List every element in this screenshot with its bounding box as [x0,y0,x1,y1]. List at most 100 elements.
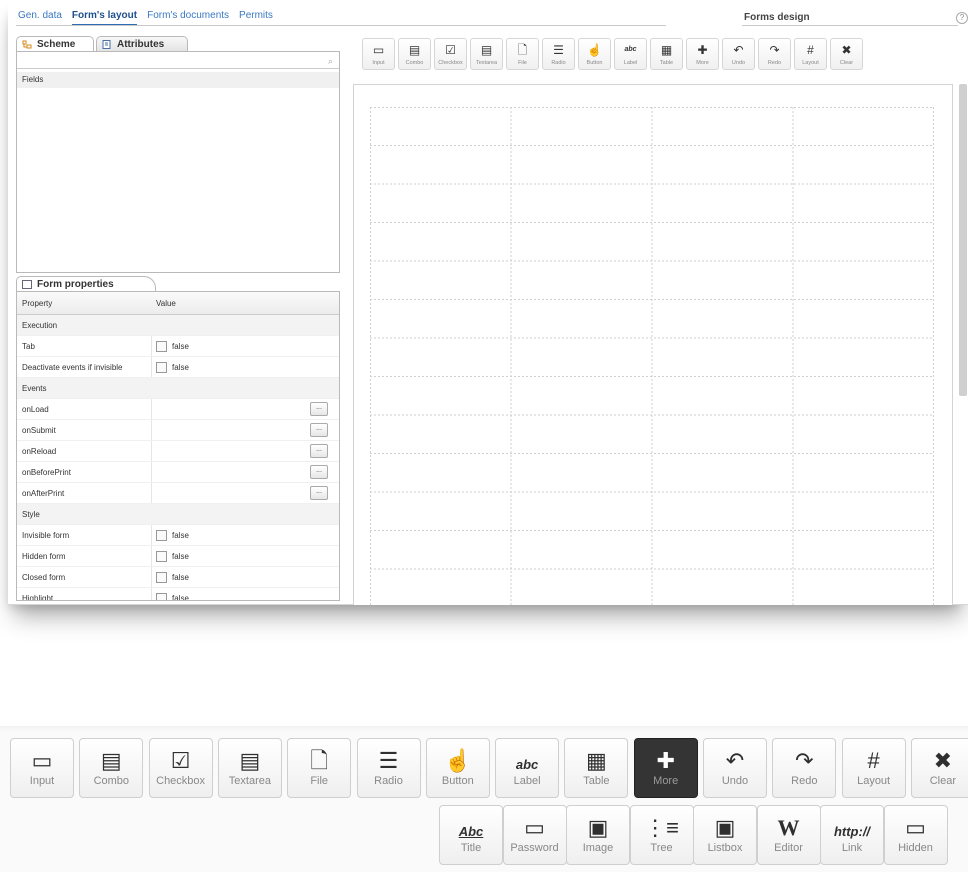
event-edit-button[interactable]: ... [310,402,328,416]
property-name: Invisible form [22,531,70,540]
plus-icon: ✚ [697,43,708,57]
input-button[interactable]: ▭ Input [362,38,395,70]
property-value-cell[interactable]: false [151,588,338,601]
tool-button-label: Link [841,842,863,854]
more-tool-button[interactable]: ✚ More [633,738,698,798]
toolbar-button-label: Button [586,60,603,66]
property-value-cell[interactable]: false [151,336,338,356]
property-checkbox[interactable] [156,593,167,600]
toolbar-button-label: Checkbox [438,60,463,66]
search-icon[interactable]: ⌕ [328,56,333,67]
property-checkbox[interactable] [156,572,167,583]
layout-button[interactable]: # Layout [794,38,827,70]
tool-button-label: Layout [857,775,891,787]
tool-button-label: Listbox [707,842,743,854]
property-value-cell[interactable]: false [151,525,338,545]
property-value-cell[interactable]: false [151,357,338,377]
property-row[interactable]: Highlight false [17,588,339,601]
hidden-tool-button[interactable]: ▭ Hidden [883,805,948,865]
clear-tool-button[interactable]: ✖ Clear [910,738,968,798]
more-button[interactable]: ✚ More [686,38,719,70]
event-edit-button[interactable]: ... [310,465,328,479]
property-value-cell[interactable]: ... [151,441,338,461]
property-name: Deactivate events if invisible [22,363,123,372]
layout-tool-button[interactable]: # Layout [841,738,906,798]
radio-button[interactable]: ☰ Radio [542,38,575,70]
nav-tab-permits[interactable]: Permits [239,10,273,26]
property-row[interactable]: onAfterPrint... [17,483,339,504]
tree-tool-button[interactable]: ⋮≡ Tree [629,805,694,865]
event-edit-button[interactable]: ... [310,444,328,458]
checkbox-tool-button[interactable]: ☑ Checkbox [148,738,213,798]
link-tool-button[interactable]: http:// Link [820,805,884,865]
tab-attributes[interactable]: Attributes [96,36,188,51]
label-button[interactable]: abc Label [614,38,647,70]
property-row[interactable]: Deactivate events if invisible false [17,357,339,378]
property-checkbox[interactable] [156,530,167,541]
nav-tab-form-s-documents[interactable]: Form's documents [147,10,229,26]
combo-tool-button[interactable]: ▤ Combo [79,738,144,798]
event-edit-button[interactable]: ... [310,423,328,437]
property-row[interactable]: onLoad... [17,399,339,420]
radio-tool-button[interactable]: ☰ Radio [356,738,421,798]
attributes-icon [102,40,111,49]
table-tool-button[interactable]: ▦ Table [564,738,629,798]
tab-form-properties[interactable]: Form properties [16,276,156,291]
toolbar-button-label: File [518,60,527,66]
listbox-tool-button[interactable]: ▣ Listbox [693,805,757,865]
clear-button[interactable]: ✖ Clear [830,38,863,70]
redo-button[interactable]: ↷ Redo [758,38,791,70]
textarea-tool-button[interactable]: ▤ Textarea [217,738,282,798]
label-icon: abc [624,46,637,53]
checkbox-button[interactable]: ☑ Checkbox [434,38,467,70]
design-canvas[interactable] [353,84,953,605]
file-button[interactable]: 🗋 File [506,38,539,70]
password-tool-button[interactable]: ▭ Password [502,805,567,865]
fields-search-input[interactable]: ⌕ [17,54,339,69]
label-tool-button[interactable]: abc Label [495,738,560,798]
property-value-cell[interactable]: ... [151,420,338,440]
input-tool-button[interactable]: ▭ Input [10,738,74,798]
title-tool-button[interactable]: Abc Title [439,805,503,865]
tab-scheme[interactable]: Scheme [16,36,94,51]
combo-button[interactable]: ▤ Combo [398,38,431,70]
checkbox-icon: ☑ [170,748,191,773]
undo-button[interactable]: ↶ Undo [722,38,755,70]
hidden-icon: ▭ [905,815,926,840]
property-row[interactable]: onSubmit... [17,420,339,441]
property-value: false [172,363,189,372]
property-row[interactable]: onBeforePrint... [17,462,339,483]
file-icon: 🗋 [310,748,329,773]
property-value-cell[interactable]: ... [151,462,338,482]
button-tool-button[interactable]: ☝ Button [425,738,490,798]
property-value: false [172,594,189,601]
table-button[interactable]: ▦ Table [650,38,683,70]
toolbar-button-label: Input [372,60,385,66]
nav-tab-form-s-layout[interactable]: Form's layout [71,10,138,26]
property-value-cell[interactable]: ... [151,483,338,503]
event-edit-button[interactable]: ... [310,486,328,500]
image-tool-button[interactable]: ▣ Image [566,805,630,865]
property-checkbox[interactable] [156,551,167,562]
toolbar-button-label: Redo [767,60,782,66]
property-row[interactable]: Invisible form false [17,525,339,546]
property-row[interactable]: onReload... [17,441,339,462]
property-row[interactable]: Tab false [17,336,339,357]
button-button[interactable]: ☝ Button [578,38,611,70]
textarea-button[interactable]: ▤ Textarea [470,38,503,70]
help-icon[interactable]: ? [956,12,968,24]
property-checkbox[interactable] [156,341,167,352]
undo-tool-button[interactable]: ↶ Undo [703,738,767,798]
file-tool-button[interactable]: 🗋 File [287,738,352,798]
property-value-cell[interactable]: false [151,567,338,587]
property-checkbox[interactable] [156,362,167,373]
editor-tool-button[interactable]: W Editor [756,805,821,865]
property-row[interactable]: Hidden form false [17,546,339,567]
property-row[interactable]: Closed form false [17,567,339,588]
redo-tool-button[interactable]: ↷ Redo [772,738,837,798]
property-value-cell[interactable]: false [151,546,338,566]
nav-tab-gen-data[interactable]: Gen. data [18,10,62,26]
property-value-cell[interactable]: ... [151,399,338,419]
canvas-scrollbar[interactable] [959,84,967,396]
radio-icon: ☰ [378,748,399,773]
